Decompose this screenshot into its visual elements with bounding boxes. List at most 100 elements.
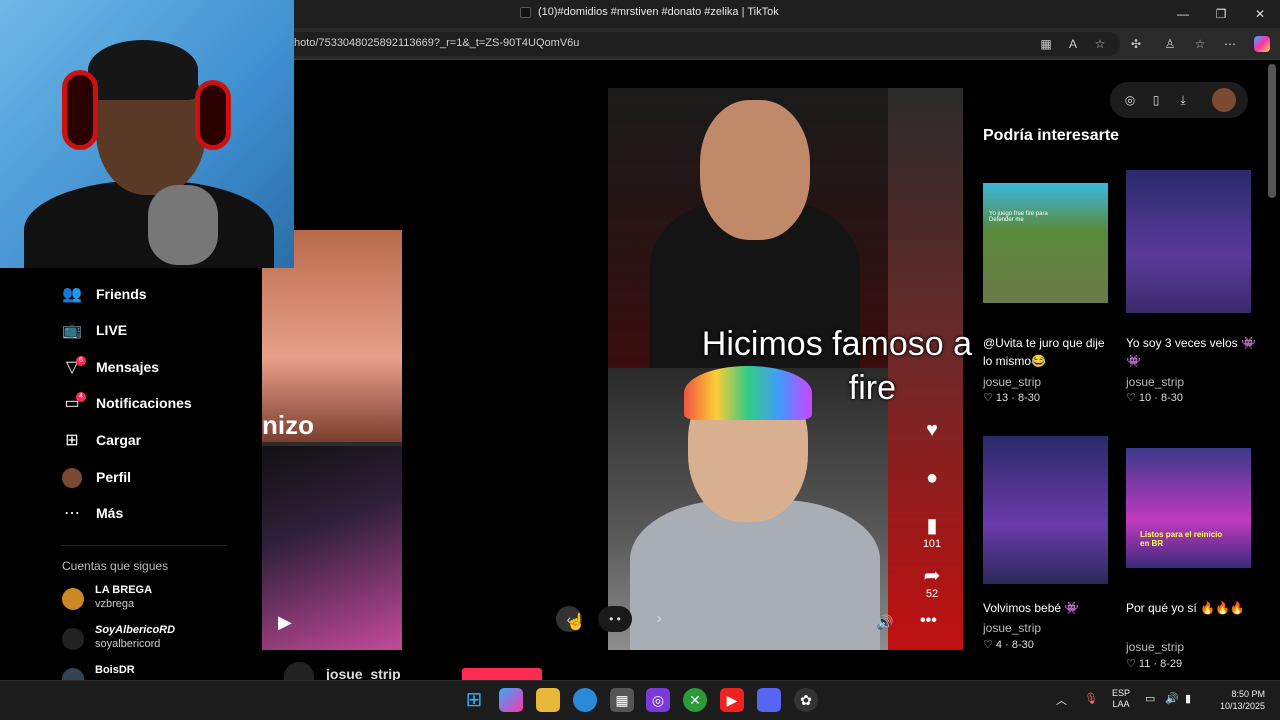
- battery-icon[interactable]: ▮: [1185, 692, 1191, 705]
- share-icon: ➦: [923, 565, 941, 587]
- card-caption: Por qué yo sí 🔥🔥🔥: [1126, 601, 1245, 615]
- followed-account[interactable]: SoyAlbericoRD soyalbericord: [62, 624, 252, 656]
- copilot-icon[interactable]: [499, 688, 523, 712]
- split-screen-icon[interactable]: ▦: [1038, 36, 1054, 52]
- volume-icon[interactable]: 🔊: [876, 614, 893, 631]
- video-figure: [700, 100, 810, 240]
- phone-icon[interactable]: ▯: [1148, 92, 1164, 108]
- suggestions-title: Podría interesarte: [983, 127, 1120, 144]
- sidebar-item-live[interactable]: 📺 LIVE: [62, 317, 252, 345]
- card-author: josue_strip: [983, 375, 1042, 389]
- youtube-icon[interactable]: ▶: [720, 688, 744, 712]
- instagram-icon[interactable]: ◎: [646, 688, 670, 712]
- next-arrow-icon[interactable]: ›: [646, 606, 672, 632]
- mouse-cursor-icon: ☝: [566, 614, 586, 631]
- tab-title[interactable]: (10)#domidios #mrstiven #donato #zelika …: [538, 6, 779, 18]
- sidebar-item-upload[interactable]: ⊞ Cargar: [62, 427, 252, 455]
- more-dots-icon: ⋯: [64, 505, 80, 522]
- profile-icon[interactable]: ♙: [1162, 36, 1178, 52]
- headphones-icon: [62, 70, 98, 150]
- sidebar-item-friends[interactable]: 👥 Friends: [62, 281, 252, 309]
- card-date: 8-30: [1017, 392, 1040, 404]
- sidebar-item-label: Mensajes: [96, 359, 160, 375]
- collections-icon[interactable]: ☆: [1192, 36, 1208, 52]
- card-stats: ♡ 4 · 8-30: [983, 639, 1034, 651]
- maximize-icon[interactable]: ❐: [1206, 4, 1236, 24]
- heart-icon: ♥: [926, 419, 938, 441]
- account-name: SoyAlbericoRD: [95, 624, 176, 636]
- language-code: ESP: [1112, 688, 1131, 698]
- compass-icon[interactable]: ◎: [1122, 92, 1138, 108]
- clock[interactable]: 8:50 PM 10/13/2025: [1210, 688, 1265, 712]
- video-thumbnail: [1126, 170, 1251, 313]
- card-author: josue_strip: [1126, 375, 1185, 389]
- thumbnail-text: Yo juego free fire para Defender me: [989, 211, 1048, 223]
- video-thumbnail: Listos para el reinicio en BR: [1126, 448, 1251, 568]
- card-date: 8-30: [1011, 639, 1034, 651]
- sidebar-item-messages[interactable]: ▽ 6 Mensajes: [62, 354, 252, 382]
- comment-button[interactable]: ●: [918, 466, 946, 490]
- copilot-icon[interactable]: [1254, 36, 1270, 52]
- microphone-icon[interactable]: 🎙: [1084, 692, 1098, 705]
- network-icon[interactable]: ▭: [1145, 692, 1155, 705]
- card-date: 8-30: [1160, 392, 1183, 404]
- more-icon[interactable]: ⋯: [1222, 36, 1238, 52]
- edge-icon[interactable]: [573, 688, 597, 712]
- discord-icon[interactable]: [757, 688, 781, 712]
- card-date: 8-29: [1160, 658, 1183, 670]
- language-layout: LAA: [1112, 699, 1130, 709]
- url-text[interactable]: hoto/7533048025892113669?_r=1&_t=ZS-90T4…: [294, 37, 579, 49]
- like-button[interactable]: ♥: [918, 418, 946, 442]
- volume-icon[interactable]: 🔊: [1165, 692, 1179, 705]
- sidebar-item-profile[interactable]: Perfil: [62, 464, 252, 492]
- share-count: 52: [925, 588, 939, 600]
- sidebar-item-label: Perfil: [96, 469, 132, 485]
- card-likes: 10: [1138, 392, 1152, 404]
- video-thumbnail: [983, 436, 1108, 584]
- language-indicator[interactable]: ESP LAA: [1112, 688, 1130, 710]
- card-author: josue_strip: [983, 621, 1042, 635]
- card-caption: Yo soy 3 veces velos 👾👾: [1126, 336, 1256, 368]
- avatar: [62, 628, 84, 650]
- account-name: LA BREGA: [95, 584, 153, 596]
- file-explorer-icon[interactable]: [536, 688, 560, 712]
- download-icon[interactable]: ⤓: [1175, 92, 1191, 108]
- windows-start-icon[interactable]: ⊞: [462, 688, 486, 712]
- translate-icon[interactable]: A: [1065, 36, 1081, 52]
- extensions-icon[interactable]: ✣: [1128, 36, 1144, 52]
- messages-badge: 6: [76, 356, 86, 366]
- card-stats: ♡ 13 · 8-30: [983, 392, 1040, 404]
- share-button[interactable]: ➦ 52: [918, 564, 946, 600]
- sidebar-item-label: Notificaciones: [96, 395, 192, 411]
- chatgpt-icon[interactable]: ✿: [794, 688, 818, 712]
- card-stats: ♡ 10 · 8-30: [1126, 392, 1183, 404]
- upload-icon: ⊞: [65, 432, 79, 449]
- close-icon[interactable]: ✕: [1245, 4, 1275, 24]
- webcam-overlay: [0, 0, 294, 268]
- followed-account[interactable]: BoisDR: [62, 664, 252, 680]
- microphone-icon: [148, 185, 218, 265]
- save-button[interactable]: ▮ 101: [918, 514, 946, 550]
- xbox-icon[interactable]: ✕: [683, 688, 707, 712]
- store-icon[interactable]: ▦: [610, 688, 634, 712]
- account-handle: vzbrega: [95, 598, 135, 610]
- sidebar-item-more[interactable]: ⋯ Más: [62, 500, 252, 528]
- card-likes: 13: [995, 392, 1009, 404]
- sidebar-item-label: Más: [96, 505, 124, 521]
- chevron-up-icon[interactable]: ︿: [1056, 692, 1067, 708]
- more-options-icon[interactable]: •••: [920, 612, 937, 630]
- sidebar-item-notifications[interactable]: ▭ 4 Notificaciones: [62, 390, 252, 418]
- user-avatar[interactable]: [1212, 88, 1236, 112]
- preview-overlay-text: nizo: [262, 410, 314, 440]
- card-caption: Volvimos bebé 👾: [983, 601, 1080, 615]
- caption-line: fire: [848, 369, 896, 407]
- minimize-icon[interactable]: —: [1168, 4, 1198, 24]
- video-thumbnail: Yo juego free fire para Defender me: [983, 183, 1108, 303]
- clock-time: 8:50 PM: [1231, 689, 1265, 699]
- favorite-star-icon[interactable]: ☆: [1092, 36, 1108, 52]
- live-icon: 📺: [62, 322, 82, 339]
- page-scrollbar[interactable]: [1268, 64, 1276, 198]
- pagination-dots-icon[interactable]: • •: [598, 606, 632, 632]
- thumbnail-text: Listos para el reinicio en BR: [1140, 530, 1223, 548]
- followed-account[interactable]: LA BREGA vzbrega: [62, 584, 252, 616]
